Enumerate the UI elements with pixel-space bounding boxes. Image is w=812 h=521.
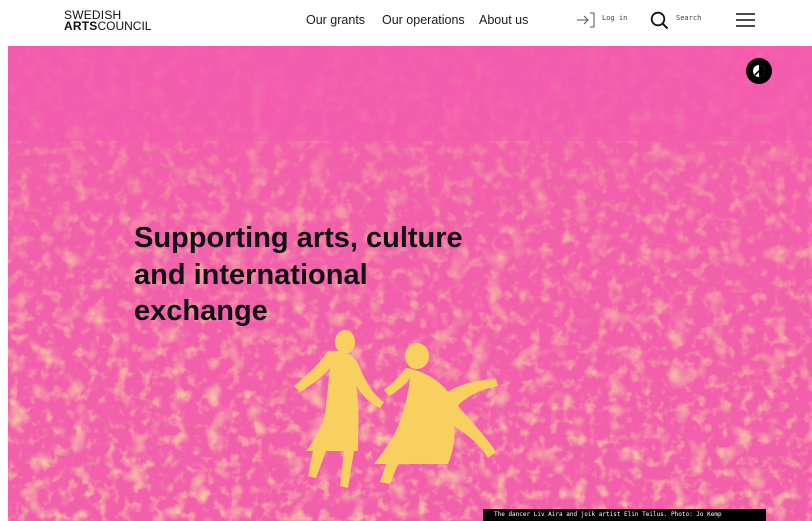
site-logo[interactable]: SWEDISH ARTSCOUNCIL bbox=[64, 9, 152, 33]
contrast-toggle-button[interactable] bbox=[746, 58, 772, 84]
logo-line-2: ARTSCOUNCIL bbox=[64, 19, 152, 33]
headline-line-3: exchange bbox=[134, 295, 268, 327]
login-link[interactable]: Log in bbox=[602, 14, 627, 22]
headline-line-2: and international bbox=[134, 258, 368, 291]
nav-our-operations[interactable]: Our operations bbox=[382, 13, 465, 27]
hamburger-menu-icon[interactable] bbox=[736, 13, 755, 27]
login-arrow-icon[interactable] bbox=[576, 11, 596, 29]
search-icon[interactable] bbox=[650, 11, 669, 30]
search-link[interactable]: Search bbox=[676, 14, 701, 22]
hero-headline: Supporting arts, culture and internation… bbox=[134, 220, 554, 330]
nav-about-us[interactable]: About us bbox=[479, 13, 528, 27]
nav-our-grants[interactable]: Our grants bbox=[306, 13, 365, 27]
site-header: SWEDISH ARTSCOUNCIL Our grants Our opera… bbox=[0, 0, 812, 46]
hero-banner: Supporting arts, culture and internation… bbox=[8, 46, 812, 521]
contrast-icon bbox=[753, 65, 765, 77]
photo-caption: The dancer Liv Aira and joik artist Elin… bbox=[483, 509, 766, 521]
headline-line-1: Supporting arts, culture bbox=[134, 222, 463, 254]
